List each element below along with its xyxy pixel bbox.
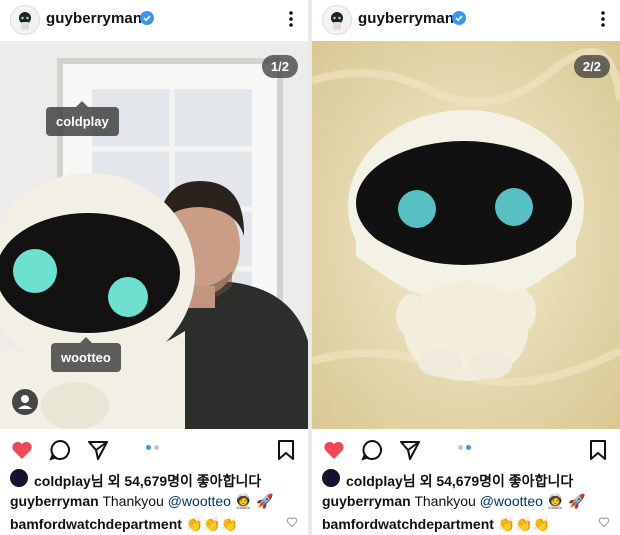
caption-emoji: 🧑‍🚀 🚀 xyxy=(546,493,586,509)
caption-mention[interactable]: @wootteo xyxy=(168,493,231,509)
username[interactable]: guyberryman xyxy=(358,10,454,27)
post-panel-1: guyberryman 1/2 coldplay wootteo coldpla… xyxy=(0,0,308,535)
caption-line: guyberryman Thankyou @wootteo 🧑‍🚀 🚀 xyxy=(322,493,586,510)
people-tag-wootteo[interactable]: wootteo xyxy=(51,337,121,372)
carousel-indicator xyxy=(458,445,474,451)
verified-badge-icon xyxy=(140,11,154,25)
bookmark-icon[interactable] xyxy=(586,438,610,462)
comment-line: bamfordwatchdepartment 👏👏👏 xyxy=(10,516,238,533)
likes-line: coldplay님 외 54,679명이 좋아합니다 xyxy=(346,471,573,491)
comment-icon[interactable] xyxy=(48,438,72,462)
profile-avatar[interactable] xyxy=(322,5,352,35)
plush-on-rug-photo xyxy=(312,41,620,429)
man-holding-plush-photo xyxy=(0,41,308,429)
carousel-indicator xyxy=(146,445,162,451)
people-tag-coldplay[interactable]: coldplay xyxy=(46,101,119,136)
caption-mention[interactable]: @wootteo xyxy=(480,493,543,509)
instagram-post-comparison: guyberryman 1/2 coldplay wootteo coldpla… xyxy=(0,0,620,535)
verified-badge-icon xyxy=(452,11,466,25)
post-header: guyberryman xyxy=(312,0,620,40)
caption-user[interactable]: guyberryman xyxy=(322,493,411,509)
likes-text[interactable]: 님 외 54,679명이 좋아합니다 xyxy=(403,473,573,489)
tagged-users-icon[interactable] xyxy=(12,389,38,415)
carousel-dot-active xyxy=(146,445,151,450)
heart-icon[interactable] xyxy=(10,438,34,462)
likes-line: coldplay님 외 54,679명이 좋아합니다 xyxy=(34,471,261,491)
likes-user[interactable]: coldplay xyxy=(346,473,403,489)
likes-user[interactable]: coldplay xyxy=(34,473,91,489)
post-photo[interactable]: 1/2 coldplay wootteo xyxy=(0,41,308,429)
more-options-icon[interactable] xyxy=(596,8,610,30)
profile-avatar[interactable] xyxy=(10,5,40,35)
likes-text[interactable]: 님 외 54,679명이 좋아합니다 xyxy=(91,473,261,489)
heart-icon[interactable] xyxy=(322,438,346,462)
likes-avatar xyxy=(10,469,28,487)
comment-emoji: 👏👏👏 xyxy=(185,516,239,532)
bookmark-icon[interactable] xyxy=(274,438,298,462)
likes-avatar xyxy=(322,469,340,487)
post-photo[interactable]: 2/2 xyxy=(312,41,620,429)
caption-text: Thankyou xyxy=(414,493,476,509)
caption-text: Thankyou xyxy=(102,493,164,509)
photo-counter: 1/2 xyxy=(261,55,298,78)
photo-counter: 2/2 xyxy=(573,55,610,78)
post-panel-2: guyberryman 2/2 coldplay님 외 54,679명이 좋아합… xyxy=(312,0,620,535)
carousel-dot xyxy=(154,445,159,450)
comment-icon[interactable] xyxy=(360,438,384,462)
caption-user[interactable]: guyberryman xyxy=(10,493,99,509)
caption-line: guyberryman Thankyou @wootteo 🧑‍🚀 🚀 xyxy=(10,493,274,510)
carousel-dot xyxy=(458,445,463,450)
username[interactable]: guyberryman xyxy=(46,10,142,27)
send-icon[interactable] xyxy=(398,438,422,462)
comment-emoji: 👏👏👏 xyxy=(497,516,551,532)
comment-user[interactable]: bamfordwatchdepartment xyxy=(10,516,182,532)
carousel-dot-active xyxy=(466,445,471,450)
caption-emoji: 🧑‍🚀 🚀 xyxy=(234,493,274,509)
comment-line: bamfordwatchdepartment 👏👏👏 xyxy=(322,516,550,533)
more-options-icon[interactable] xyxy=(284,8,298,30)
send-icon[interactable] xyxy=(86,438,110,462)
post-header: guyberryman xyxy=(0,0,308,40)
comment-like-icon[interactable] xyxy=(598,516,610,528)
comment-user[interactable]: bamfordwatchdepartment xyxy=(322,516,494,532)
comment-like-icon[interactable] xyxy=(286,516,298,528)
